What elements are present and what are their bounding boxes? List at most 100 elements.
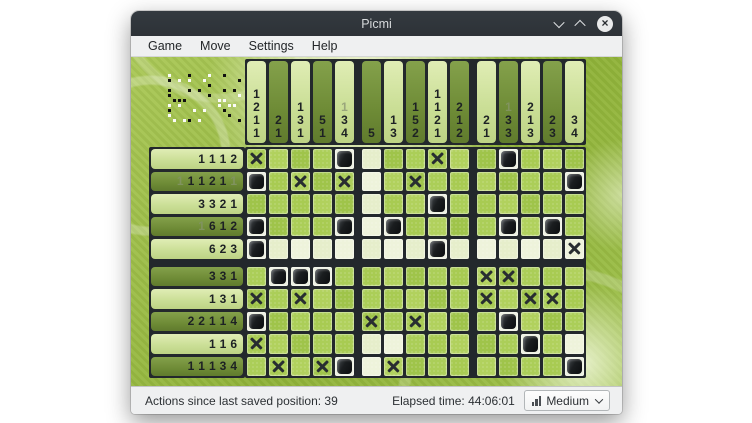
cell-r9-c5[interactable]: [335, 334, 354, 354]
cell-r7-c12[interactable]: [499, 289, 518, 309]
cell-r2-c3[interactable]: [291, 172, 310, 192]
cell-r2-c14[interactable]: [543, 172, 562, 192]
cell-r8-c1[interactable]: [247, 312, 266, 332]
cell-r7-c9[interactable]: [428, 289, 447, 309]
cell-r4-c12[interactable]: [499, 217, 518, 237]
cell-r6-c10[interactable]: [450, 267, 469, 287]
cell-r8-c5[interactable]: [335, 312, 354, 332]
cell-r1-c4[interactable]: [313, 149, 332, 169]
cell-r6-c5[interactable]: [335, 267, 354, 287]
cell-r8-c15[interactable]: [565, 312, 584, 332]
difficulty-dropdown[interactable]: Medium: [524, 390, 610, 411]
cell-r5-c5[interactable]: [335, 239, 354, 259]
cell-r1-c2[interactable]: [269, 149, 288, 169]
cell-r7-c10[interactable]: [450, 289, 469, 309]
cell-r3-c15[interactable]: [565, 194, 584, 214]
cell-r2-c8[interactable]: [406, 172, 425, 192]
cell-r7-c7[interactable]: [384, 289, 403, 309]
cell-r9-c12[interactable]: [499, 334, 518, 354]
cell-r1-c10[interactable]: [450, 149, 469, 169]
cell-r3-c2[interactable]: [269, 194, 288, 214]
cell-r7-c1[interactable]: [247, 289, 266, 309]
cell-r2-c10[interactable]: [450, 172, 469, 192]
cell-r3-c5[interactable]: [335, 194, 354, 214]
close-button[interactable]: ×: [597, 16, 613, 32]
cell-r3-c4[interactable]: [313, 194, 332, 214]
cell-r6-c13[interactable]: [521, 267, 540, 287]
cell-r6-c1[interactable]: [247, 267, 266, 287]
cell-r6-c14[interactable]: [543, 267, 562, 287]
cell-r4-c15[interactable]: [565, 217, 584, 237]
cell-r3-c13[interactable]: [521, 194, 540, 214]
cell-r8-c11[interactable]: [477, 312, 496, 332]
cell-r10-c13[interactable]: [521, 357, 540, 377]
cell-r1-c7[interactable]: [384, 149, 403, 169]
cell-r10-c5[interactable]: [335, 357, 354, 377]
cell-r3-c14[interactable]: [543, 194, 562, 214]
maximize-button[interactable]: [576, 15, 584, 33]
cell-r1-c14[interactable]: [543, 149, 562, 169]
cell-r1-c8[interactable]: [406, 149, 425, 169]
cell-r9-c1[interactable]: [247, 334, 266, 354]
cell-r10-c7[interactable]: [384, 357, 403, 377]
minimize-button[interactable]: [555, 15, 563, 33]
cell-r6-c11[interactable]: [477, 267, 496, 287]
cell-r9-c4[interactable]: [313, 334, 332, 354]
cell-r5-c9[interactable]: [428, 239, 447, 259]
cell-r1-c11[interactable]: [477, 149, 496, 169]
cell-r9-c11[interactable]: [477, 334, 496, 354]
cell-r5-c10[interactable]: [450, 239, 469, 259]
cell-r10-c11[interactable]: [477, 357, 496, 377]
cell-r8-c8[interactable]: [406, 312, 425, 332]
cell-r2-c7[interactable]: [384, 172, 403, 192]
cell-r4-c14[interactable]: [543, 217, 562, 237]
cell-r3-c11[interactable]: [477, 194, 496, 214]
cell-r1-c5[interactable]: [335, 149, 354, 169]
cell-r5-c4[interactable]: [313, 239, 332, 259]
cell-r2-c9[interactable]: [428, 172, 447, 192]
cell-r1-c12[interactable]: [499, 149, 518, 169]
cell-r1-c1[interactable]: [247, 149, 266, 169]
cell-r9-c7[interactable]: [384, 334, 403, 354]
cell-r9-c15[interactable]: [565, 334, 584, 354]
cell-r6-c8[interactable]: [406, 267, 425, 287]
cell-r4-c2[interactable]: [269, 217, 288, 237]
cell-r9-c2[interactable]: [269, 334, 288, 354]
cell-r9-c13[interactable]: [521, 334, 540, 354]
cell-r8-c6[interactable]: [362, 312, 381, 332]
cell-r5-c13[interactable]: [521, 239, 540, 259]
cell-r4-c6[interactable]: [362, 217, 381, 237]
cell-r3-c12[interactable]: [499, 194, 518, 214]
cell-r4-c5[interactable]: [335, 217, 354, 237]
cell-r3-c3[interactable]: [291, 194, 310, 214]
cell-r9-c3[interactable]: [291, 334, 310, 354]
cell-r5-c6[interactable]: [362, 239, 381, 259]
cell-r9-c8[interactable]: [406, 334, 425, 354]
cell-r1-c3[interactable]: [291, 149, 310, 169]
cell-r4-c3[interactable]: [291, 217, 310, 237]
cell-r10-c4[interactable]: [313, 357, 332, 377]
cell-r6-c9[interactable]: [428, 267, 447, 287]
cell-r3-c8[interactable]: [406, 194, 425, 214]
cell-r10-c12[interactable]: [499, 357, 518, 377]
cell-r9-c6[interactable]: [362, 334, 381, 354]
menu-item-move[interactable]: Move: [191, 37, 240, 55]
cell-r7-c11[interactable]: [477, 289, 496, 309]
cell-r2-c13[interactable]: [521, 172, 540, 192]
cell-r3-c6[interactable]: [362, 194, 381, 214]
cell-r8-c14[interactable]: [543, 312, 562, 332]
cell-r8-c10[interactable]: [450, 312, 469, 332]
cell-r7-c2[interactable]: [269, 289, 288, 309]
cell-r8-c9[interactable]: [428, 312, 447, 332]
cell-r5-c7[interactable]: [384, 239, 403, 259]
cell-r10-c8[interactable]: [406, 357, 425, 377]
cell-r8-c4[interactable]: [313, 312, 332, 332]
cell-r7-c8[interactable]: [406, 289, 425, 309]
menu-item-game[interactable]: Game: [139, 37, 191, 55]
cell-r3-c10[interactable]: [450, 194, 469, 214]
cell-r5-c14[interactable]: [543, 239, 562, 259]
cell-r10-c14[interactable]: [543, 357, 562, 377]
cell-r2-c5[interactable]: [335, 172, 354, 192]
cell-r4-c10[interactable]: [450, 217, 469, 237]
cell-r1-c6[interactable]: [362, 149, 381, 169]
